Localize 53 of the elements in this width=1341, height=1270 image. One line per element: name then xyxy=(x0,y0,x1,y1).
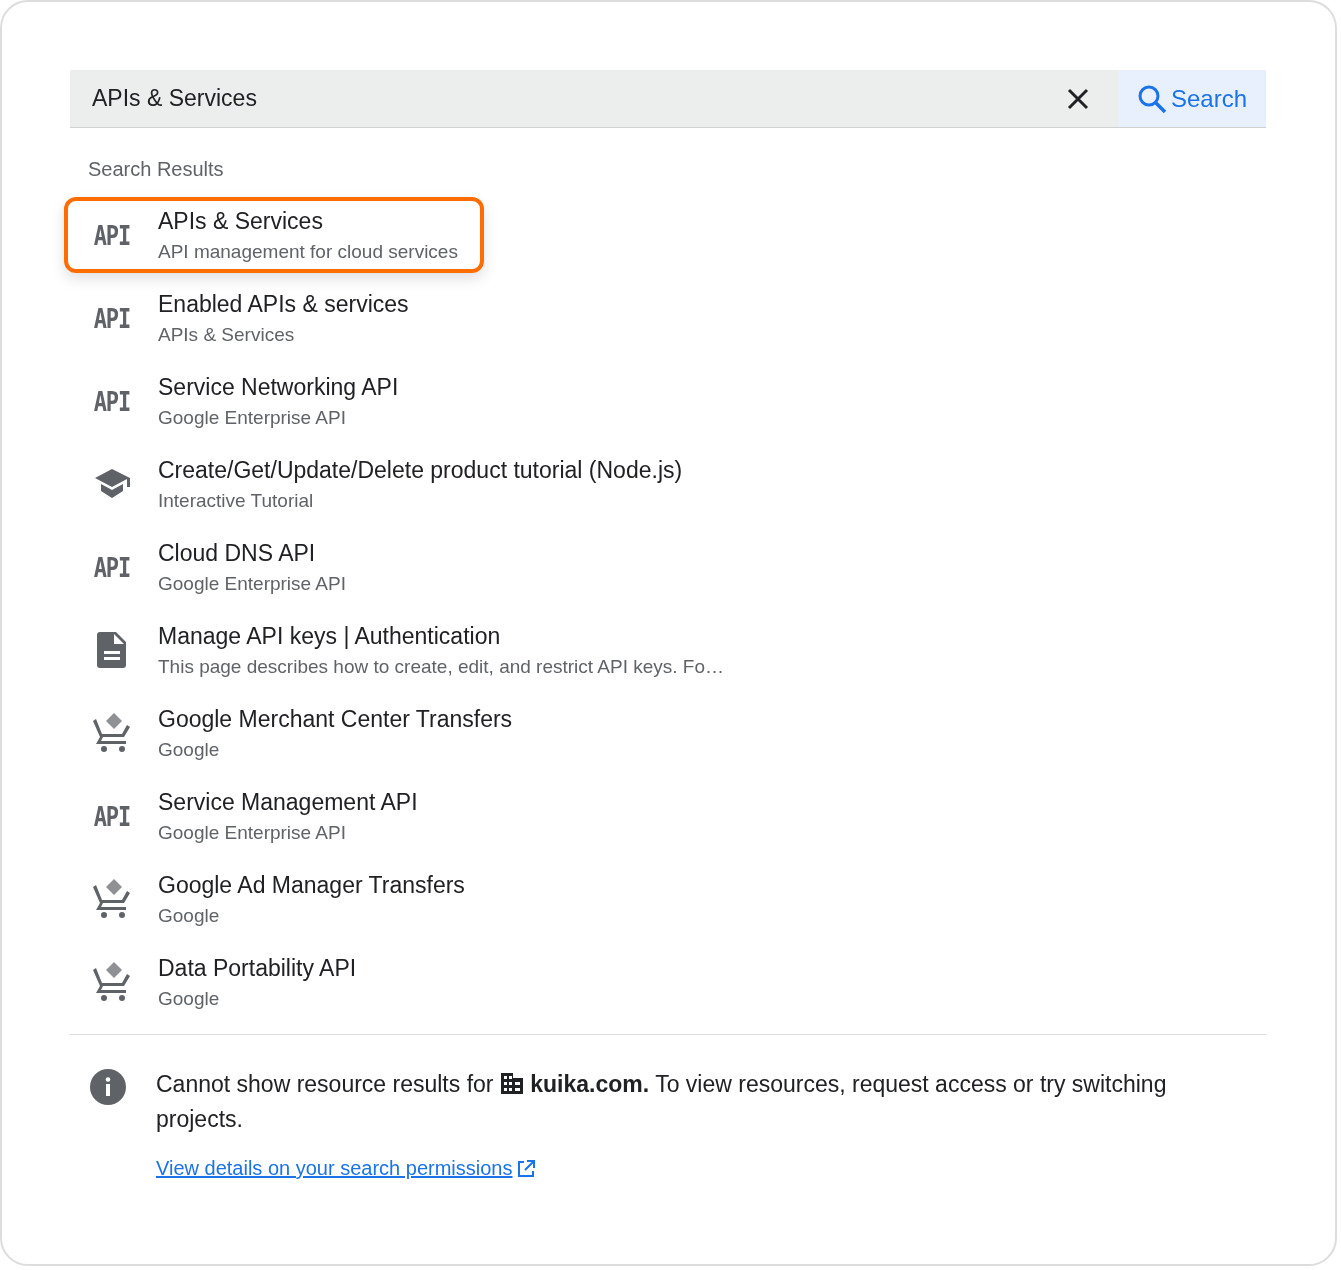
result-title: Service Management API xyxy=(158,788,418,816)
result-item[interactable]: API Service Management API Google Enterprise API xyxy=(64,778,444,854)
result-subtitle: APIs & Services xyxy=(158,323,296,346)
result-subtitle: Google xyxy=(158,987,221,1010)
result-item[interactable]: Manage API keys | Authentication This page describes how to create, edit, and restrict API keys. Fo… xyxy=(64,612,751,688)
notice-text: kuika.com. To view resources, request access or try switching xyxy=(530,1071,1167,1097)
result-subtitle: Google xyxy=(158,738,221,761)
result-title: Enabled APIs & services xyxy=(158,290,409,318)
search-icon xyxy=(1136,83,1167,114)
result-subtitle: This page describes how to create, edit, and restrict API keys. Fo… xyxy=(158,655,725,678)
search-button[interactable]: Search xyxy=(1118,70,1266,127)
result-item[interactable]: Create/Get/Update/Delete product tutorial (Node.js) Interactive Tutorial xyxy=(64,446,709,522)
result-subtitle: API management for cloud services xyxy=(158,240,458,263)
shopping-cart-icon xyxy=(92,713,132,753)
result-subtitle: Google Enterprise API xyxy=(158,821,347,844)
clear-button[interactable] xyxy=(1046,70,1118,127)
notice-text: projects. xyxy=(156,1106,243,1132)
result-item[interactable]: API Cloud DNS API Google Enterprise API xyxy=(64,529,372,605)
shopping-cart-icon xyxy=(92,962,132,1002)
result-item[interactable]: Google Ad Manager Transfers Google xyxy=(64,861,491,937)
result-subtitle: Google Enterprise API xyxy=(158,406,347,429)
result-subtitle: Google Enterprise API xyxy=(158,572,346,595)
api-icon: API xyxy=(93,552,131,582)
result-subtitle: Google xyxy=(158,904,221,927)
external-link-icon xyxy=(516,1158,537,1179)
info-icon xyxy=(90,1069,126,1105)
result-title: APIs & Services xyxy=(158,207,324,235)
building-icon xyxy=(499,1071,524,1095)
result-item[interactable]: Data Portability API Google xyxy=(64,944,383,1020)
api-icon: API xyxy=(93,801,131,831)
api-icon: API xyxy=(93,386,131,416)
result-title: Google Ad Manager Transfers xyxy=(158,871,465,899)
close-icon xyxy=(1066,86,1090,111)
result-item[interactable]: API Service Networking API Google Enterprise API xyxy=(64,363,425,439)
result-title: Create/Get/Update/Delete product tutorial (Node.js) xyxy=(158,456,683,484)
result-item[interactable]: Google Merchant Center Transfers Google xyxy=(64,695,539,771)
result-subtitle: Interactive Tutorial xyxy=(158,489,315,512)
permissions-link[interactable]: View details on your search permissions xyxy=(156,1157,537,1180)
graduation-cap-icon xyxy=(93,467,131,501)
result-title: Manage API keys | Authentication xyxy=(158,622,502,650)
result-title: Cloud DNS API xyxy=(158,539,317,567)
document-icon xyxy=(97,632,127,668)
result-item[interactable]: API APIs & Services API management for cloud services xyxy=(64,197,484,273)
result-title: Service Networking API xyxy=(158,373,399,401)
results-heading: Search Results xyxy=(88,158,225,181)
notice-text: Cannot show resource results for xyxy=(156,1071,494,1097)
result-title: Data Portability API xyxy=(158,954,357,982)
result-item[interactable]: API Enabled APIs & services APIs & Services xyxy=(64,280,435,356)
search-input[interactable]: APIs & Services xyxy=(70,70,1046,127)
api-icon: API xyxy=(93,303,131,333)
result-title: Google Merchant Center Transfers xyxy=(158,705,513,733)
api-icon: API xyxy=(93,220,131,250)
shopping-cart-icon xyxy=(92,879,132,919)
